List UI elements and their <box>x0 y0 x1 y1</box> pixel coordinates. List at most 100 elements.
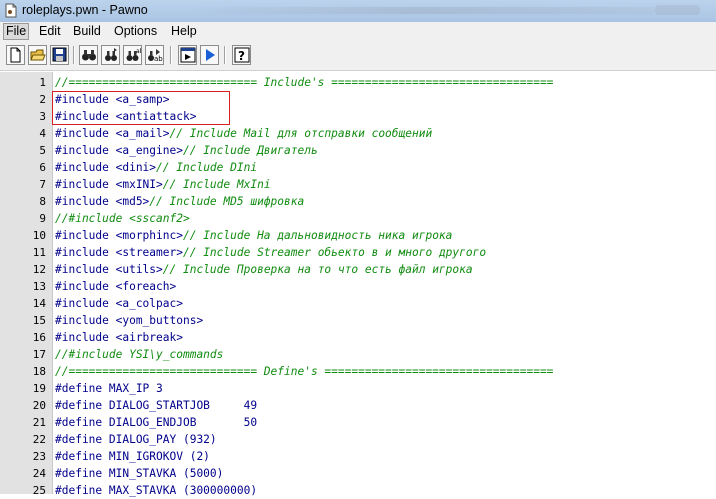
code-text: #define MIN_STAVKA (5000) <box>55 465 223 482</box>
code-text: #include <a_mail>// Include Mail для отс… <box>55 125 432 142</box>
code-text: //#include YSI\y_commands <box>55 346 223 363</box>
new-file-icon <box>10 47 21 63</box>
save-button[interactable] <box>50 45 69 65</box>
new-file-button[interactable] <box>6 45 25 65</box>
find-next-icon <box>105 48 117 61</box>
line-number: 23 <box>32 450 46 463</box>
line-number: 1 <box>39 76 46 89</box>
find-icon <box>82 50 96 61</box>
menu-bar: File Edit Build Options Help <box>0 22 716 41</box>
line-number: 17 <box>32 348 46 361</box>
code-text: #define MAX_IP 3 <box>55 380 163 397</box>
compile-button[interactable] <box>178 45 197 65</box>
code-line[interactable]: 7 #include <mxINI>// Include MxIni <box>0 176 716 193</box>
code-line[interactable]: 24 #define MIN_STAVKA (5000) <box>0 465 716 482</box>
code-line[interactable]: 4 #include <a_mail>// Include Mail для от… <box>0 125 716 142</box>
help-button[interactable]: ? <box>232 45 251 65</box>
menu-build[interactable]: Build <box>73 24 101 39</box>
code-line[interactable]: 22 #define DIALOG_PAY (932) <box>0 431 716 448</box>
code-text: #include <morphinc>// Include На дальнов… <box>55 227 452 244</box>
line-number: 8 <box>39 195 46 208</box>
menu-options[interactable]: Options <box>114 24 157 39</box>
toolbar-separator <box>170 46 172 64</box>
replace-button[interactable]: ab <box>123 45 142 65</box>
code-line[interactable]: 11 #include <streamer>// Include Streamer… <box>0 244 716 261</box>
code-line[interactable]: 10 #include <morphinc>// Include На дальн… <box>0 227 716 244</box>
menu-edit[interactable]: Edit <box>39 24 61 39</box>
save-icon <box>52 47 67 62</box>
find-next-button[interactable] <box>101 45 120 65</box>
line-number: 6 <box>39 161 46 174</box>
code-comment: //#include <sscanf2> <box>55 212 190 225</box>
code-line[interactable]: 16 #include <airbreak> <box>0 329 716 346</box>
line-number: 18 <box>32 365 46 378</box>
code-text: #include <streamer>// Include Streamer о… <box>55 244 486 261</box>
code-text: #include <dini>// Include DIni <box>55 159 257 176</box>
code-line[interactable]: 20 #define DIALOG_STARTJOB 49 <box>0 397 716 414</box>
code-line[interactable]: 13 #include <foreach> <box>0 278 716 295</box>
code-line[interactable]: 19 #define MAX_IP 3 <box>0 380 716 397</box>
run-icon <box>206 49 215 61</box>
code-text: //============================ Include's… <box>55 74 553 91</box>
red-highlight-box <box>52 91 230 125</box>
code-token: #define MIN_STAVKA (5000) <box>55 467 224 480</box>
pawno-app-icon <box>5 3 17 18</box>
line-number: 2 <box>39 93 46 106</box>
code-comment: // Include Streamer обьекто в и много др… <box>182 246 487 259</box>
code-line[interactable]: 8 #include <md5>// Include MD5 шифровка <box>0 193 716 210</box>
svg-text:?: ? <box>238 49 245 63</box>
code-text: #include <md5>// Include MD5 шифровка <box>55 193 304 210</box>
code-line[interactable]: 14 #include <a_colpac> <box>0 295 716 312</box>
find-button[interactable] <box>79 45 98 65</box>
code-line[interactable]: 1 //============================ Include'… <box>0 74 716 91</box>
line-number: 11 <box>32 246 46 259</box>
code-token: #include <airbreak> <box>55 331 183 344</box>
svg-text:ab: ab <box>136 48 141 55</box>
line-number: 13 <box>32 280 46 293</box>
code-token: #define MAX_IP 3 <box>55 382 163 395</box>
code-editor[interactable]: 1 //============================ Include'… <box>0 72 716 497</box>
goto-line-button[interactable]: ab <box>145 45 164 65</box>
blurred-title-region <box>655 5 700 15</box>
code-line[interactable]: 23 #define MIN_IGROKOV (2) <box>0 448 716 465</box>
title-bar: roleplays.pwn - Pawno <box>0 0 716 22</box>
line-number: 14 <box>32 297 46 310</box>
code-line[interactable]: 21 #define DIALOG_ENDJOB 50 <box>0 414 716 431</box>
code-comment: //============================ Define's … <box>55 365 554 378</box>
code-comment: // Include Двигатель <box>182 144 318 157</box>
line-number: 19 <box>32 382 46 395</box>
line-number: 20 <box>32 399 46 412</box>
code-comment: // Include DIni <box>156 161 258 174</box>
code-token: #include <dini> <box>55 161 157 174</box>
run-button[interactable] <box>200 45 219 65</box>
menu-file[interactable]: File <box>3 23 30 40</box>
code-token: #define MAX_STAVKA (300000000) <box>55 484 258 497</box>
code-token: #include <a_engine> <box>55 144 183 157</box>
code-token: #define MIN_IGROKOV (2) <box>55 450 210 463</box>
code-line[interactable]: 15 #include <yom_buttons> <box>0 312 716 329</box>
code-comment: // Include Mail для отсправки сообщений <box>169 127 433 140</box>
code-token: #include <md5> <box>55 195 150 208</box>
code-token: #include <foreach> <box>55 280 177 293</box>
code-token: #include <morphinc> <box>55 229 183 242</box>
code-text: #define MIN_IGROKOV (2) <box>55 448 210 465</box>
code-line[interactable]: 12 #include <utils>// Include Проверка на… <box>0 261 716 278</box>
code-line[interactable]: 5 #include <a_engine>// Include Двигатель <box>0 142 716 159</box>
menu-help[interactable]: Help <box>171 24 197 39</box>
code-text: #include <foreach> <box>55 278 176 295</box>
replace-icon: ab <box>126 48 141 61</box>
code-comment: // Include На дальновидность ника игрока <box>182 229 453 242</box>
code-line[interactable]: 17 //#include YSI\y_commands <box>0 346 716 363</box>
code-line[interactable]: 6 #include <dini>// Include DIni <box>0 159 716 176</box>
code-text: #define DIALOG_ENDJOB 50 <box>55 414 257 431</box>
code-line[interactable]: 25 #define MAX_STAVKA (300000000) <box>0 482 716 499</box>
line-number: 21 <box>32 416 46 429</box>
line-number: 25 <box>32 484 46 497</box>
code-text: #include <airbreak> <box>55 329 183 346</box>
toolbar-separator <box>73 46 75 64</box>
open-file-button[interactable] <box>28 45 47 65</box>
code-token: #include <yom_buttons> <box>55 314 204 327</box>
blurred-title-region <box>185 7 655 14</box>
code-line[interactable]: 18 //============================ Define'… <box>0 363 716 380</box>
code-line[interactable]: 9 //#include <sscanf2> <box>0 210 716 227</box>
